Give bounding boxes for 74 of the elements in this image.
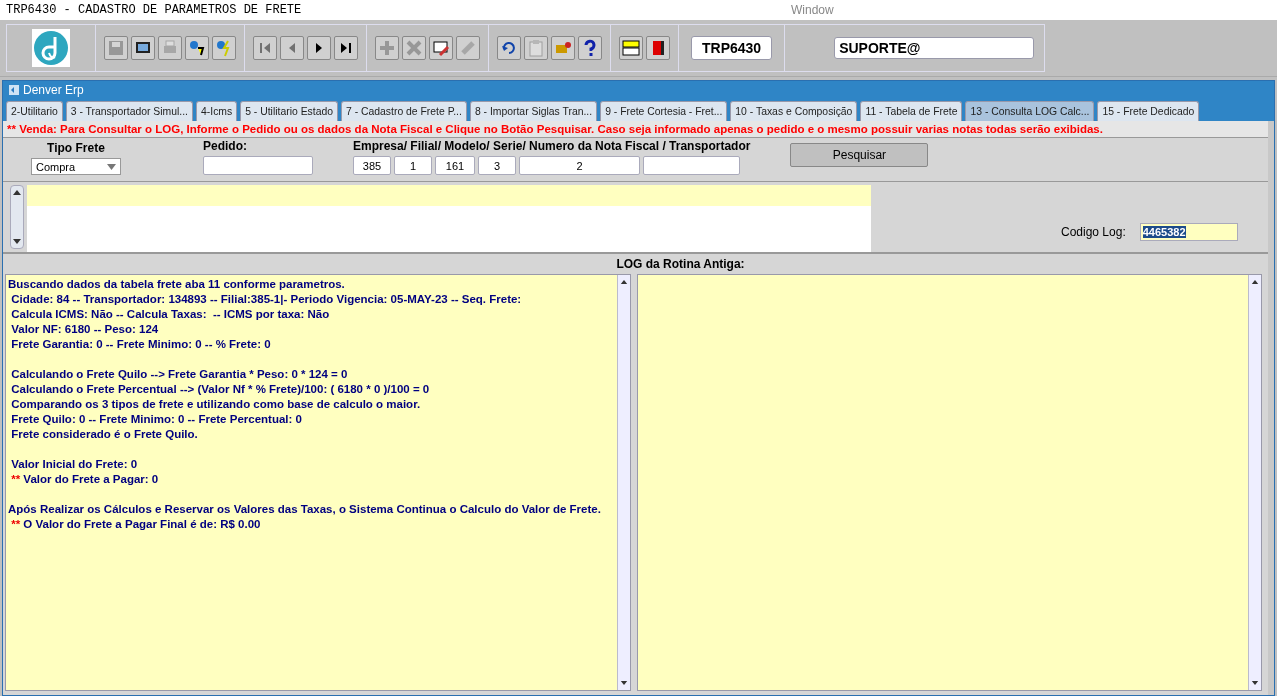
save-icon <box>107 39 125 57</box>
plus-icon <box>378 39 396 57</box>
tab[interactable]: 3 - Transportador Simul... <box>65 101 193 121</box>
caret-icon <box>107 163 116 170</box>
log-line: Frete Quilo: 0 -- Frete Minimo: 0 -- Frete Percentual: 0 <box>10 412 303 427</box>
help-button[interactable] <box>578 36 602 60</box>
field-label: Empresa/ Filial/ Modelo/ Serie/ Numero da Nota Fiscal / Transportador <box>353 139 751 153</box>
log-line: Calculando o Frete Quilo --> Frete Garantia * Peso: 0 * 124 = 0 <box>10 367 349 382</box>
undo-icon <box>500 39 518 57</box>
cross-icon <box>405 39 423 57</box>
pedido-field[interactable] <box>203 156 313 175</box>
scroll-down-icon[interactable] <box>619 681 628 686</box>
tipo-frete-dropdown[interactable]: Compra <box>31 158 121 175</box>
tab[interactable]: 11 - Tabela de Frete <box>860 101 963 121</box>
edit-icon <box>432 39 450 57</box>
log-line: Após Realizar os Cálculos e Reservar os Valores das Taxas, o Sistema Continua o Calculo do Valor de Frete. <box>8 502 602 517</box>
log-line: Calculando o Frete Percentual --> (Valor Nf * % Frete)/100: ( 6180 * 0 )/100 = 0 <box>10 382 431 397</box>
log-line: Frete Garantia: 0 -- Frete Minimo: 0 -- % Frete: 0 <box>10 337 272 352</box>
window-title: TRP6430 - CADASTRO DE PARAMETROS DE FRETE <box>5 3 302 17</box>
eraser-icon <box>459 39 477 57</box>
scrollbar[interactable] <box>1248 275 1261 690</box>
scroll-up-icon[interactable] <box>12 189 22 195</box>
edit-button[interactable] <box>429 36 453 60</box>
input-field[interactable]: 385 <box>353 156 391 175</box>
user-field: SUPORTE@ <box>834 37 1035 59</box>
tab[interactable]: 8 - Importar Siglas Tran... <box>469 101 598 121</box>
log-line: Comparando os 3 tipos de frete e utilizando como base de calculo o maior. <box>10 397 422 412</box>
log-line: Calcula ICMS: Não -- Calcula Taxas: -- ICMS por taxa: Não <box>10 307 331 322</box>
tab[interactable]: 15 - Frete Dedicado <box>1097 101 1200 121</box>
menu-button[interactable] <box>619 36 643 60</box>
field-label: Pedido: <box>203 139 248 153</box>
log-header: LOG da Rotina Antiga: <box>616 257 745 271</box>
undo-button[interactable] <box>497 36 521 60</box>
app-title: Denver Erp <box>23 83 84 97</box>
input-field[interactable]: 3 <box>478 156 516 175</box>
scroll-down-icon[interactable] <box>1251 681 1259 686</box>
tab[interactable]: 5 - Utilitario Estado <box>240 101 338 121</box>
log-line: Valor Inicial do Frete: 0 <box>10 457 139 472</box>
log-line: ** O Valor do Frete a Pagar Final é de: R$ 0.00 <box>10 517 262 532</box>
last-record-button[interactable] <box>334 36 358 60</box>
scroll-down-icon[interactable] <box>12 239 22 245</box>
tab[interactable]: 9 - Frete Cortesia - Fret... <box>600 101 728 121</box>
menu-icon <box>622 39 640 57</box>
scroll-up-icon[interactable] <box>619 279 628 284</box>
app-icon <box>9 85 19 95</box>
log-line: ** Valor do Frete a Pagar: 0 <box>10 472 160 487</box>
scroll-up-icon[interactable] <box>1251 279 1259 284</box>
log-line: Cidade: 84 -- Transportador: 134893 -- Filial:385-1|- Periodo Vigencia: 05-MAY-23 -- Seq. Frete: <box>10 292 523 307</box>
tab[interactable]: 2-Utilitario <box>6 101 63 121</box>
tab[interactable]: 10 - Taxas e Composição <box>730 101 858 121</box>
search-button[interactable]: Pesquisar <box>790 143 929 167</box>
field-label: Tipo Frete <box>46 141 106 155</box>
notice-text: ** Venda: Para Consultar o LOG, Informe o Pedido ou os dados da Nota Fiscal e Clique no Botão Pesquisar. Caso seja informado apenas o pedido e o mesmo possuir varias notas todas serão exibidas. <box>3 121 1268 138</box>
input-field[interactable]: 2 <box>519 156 640 175</box>
log-line: Frete considerado é o Frete Quilo. <box>10 427 199 442</box>
next-record-button[interactable] <box>307 36 331 60</box>
tab[interactable]: 13 - Consulta LOG Calc... <box>965 101 1095 121</box>
form-code-field: TRP6430 <box>691 36 773 60</box>
scrollbar[interactable] <box>616 275 630 690</box>
codigo-log-field[interactable]: 4465382 <box>1139 223 1238 241</box>
log-line: Valor NF: 6180 -- Peso: 124 <box>10 322 160 337</box>
input-field[interactable]: 161 <box>435 156 475 175</box>
screen-button[interactable] <box>131 36 155 60</box>
tab[interactable]: 4-Icms <box>196 101 238 121</box>
log-line: Buscando dados da tabela frete aba 11 conforme parametros. <box>8 277 346 292</box>
clipboard-icon <box>527 39 545 57</box>
window-menu-title: Window <box>791 3 834 17</box>
input-field[interactable]: 1 <box>394 156 432 175</box>
scrollbar[interactable] <box>10 185 24 249</box>
tab[interactable]: 7 - Cadastro de Frete P... <box>341 101 467 121</box>
codigo-log-label: Codigo Log: <box>1061 225 1126 239</box>
log-text-area[interactable] <box>5 274 631 691</box>
logo-icon <box>32 29 70 67</box>
transportador-field[interactable] <box>643 156 740 175</box>
